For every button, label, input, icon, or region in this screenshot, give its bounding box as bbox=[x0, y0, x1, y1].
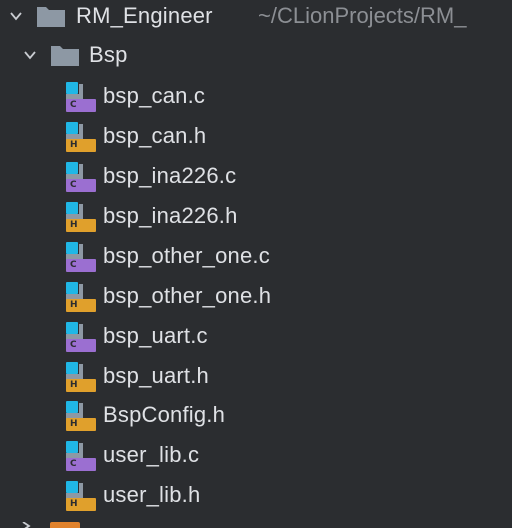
file-name: bsp_other_one.h bbox=[103, 283, 272, 308]
c-file-icon: C bbox=[66, 162, 96, 192]
file-item[interactable]: H user_lib.h bbox=[0, 475, 512, 515]
c-file-icon: C bbox=[66, 82, 96, 112]
h-file-icon: H bbox=[66, 401, 96, 431]
h-file-icon: H bbox=[66, 202, 96, 232]
chevron-down-icon[interactable] bbox=[24, 49, 36, 61]
c-file-icon: C bbox=[66, 242, 96, 272]
file-item[interactable]: C bsp_can.c bbox=[0, 76, 512, 116]
project-path: ~/CLionProjects/RM_ bbox=[258, 3, 467, 28]
file-name: bsp_ina226.h bbox=[103, 203, 238, 228]
h-file-icon: H bbox=[66, 282, 96, 312]
tree-node-project[interactable]: RM_Engineer ~/CLionProjects/RM_ bbox=[0, 0, 512, 36]
file-item[interactable]: H bsp_ina226.h bbox=[0, 196, 512, 236]
file-item[interactable]: C bsp_other_one.c bbox=[0, 236, 512, 276]
project-name: RM_Engineer bbox=[76, 3, 213, 28]
folder-icon bbox=[51, 46, 79, 66]
file-name: user_lib.c bbox=[103, 442, 200, 467]
file-name: bsp_can.h bbox=[103, 123, 207, 148]
file-name: bsp_uart.h bbox=[103, 363, 209, 388]
file-name: bsp_uart.c bbox=[103, 323, 208, 348]
c-file-icon: C bbox=[66, 441, 96, 471]
h-file-icon: H bbox=[66, 362, 96, 392]
folder-name: Bsp bbox=[89, 42, 128, 67]
file-name: bsp_ina226.c bbox=[103, 163, 237, 188]
file-item[interactable]: H BspConfig.h bbox=[0, 395, 512, 435]
tree-node-partial[interactable] bbox=[0, 516, 512, 528]
file-name: BspConfig.h bbox=[103, 402, 226, 427]
file-name: bsp_can.c bbox=[103, 83, 206, 108]
file-item[interactable]: H bsp_can.h bbox=[0, 116, 512, 156]
file-item[interactable]: C user_lib.c bbox=[0, 435, 512, 475]
file-name: user_lib.h bbox=[103, 482, 201, 507]
project-tree: RM_Engineer ~/CLionProjects/RM_ Bsp C bs… bbox=[0, 0, 512, 528]
tree-node-folder-bsp[interactable]: Bsp bbox=[0, 35, 512, 75]
chevron-down-icon[interactable] bbox=[10, 10, 22, 22]
file-name: bsp_other_one.c bbox=[103, 243, 270, 268]
c-file-icon: C bbox=[66, 322, 96, 352]
file-item[interactable]: C bsp_ina226.c bbox=[0, 156, 512, 196]
folder-icon bbox=[50, 522, 80, 528]
h-file-icon: H bbox=[66, 122, 96, 152]
folder-icon bbox=[37, 7, 65, 27]
chevron-right-icon[interactable] bbox=[20, 522, 32, 528]
file-item[interactable]: C bsp_uart.c bbox=[0, 316, 512, 356]
h-file-icon: H bbox=[66, 481, 96, 511]
file-item[interactable]: H bsp_other_one.h bbox=[0, 276, 512, 316]
file-item[interactable]: H bsp_uart.h bbox=[0, 356, 512, 396]
